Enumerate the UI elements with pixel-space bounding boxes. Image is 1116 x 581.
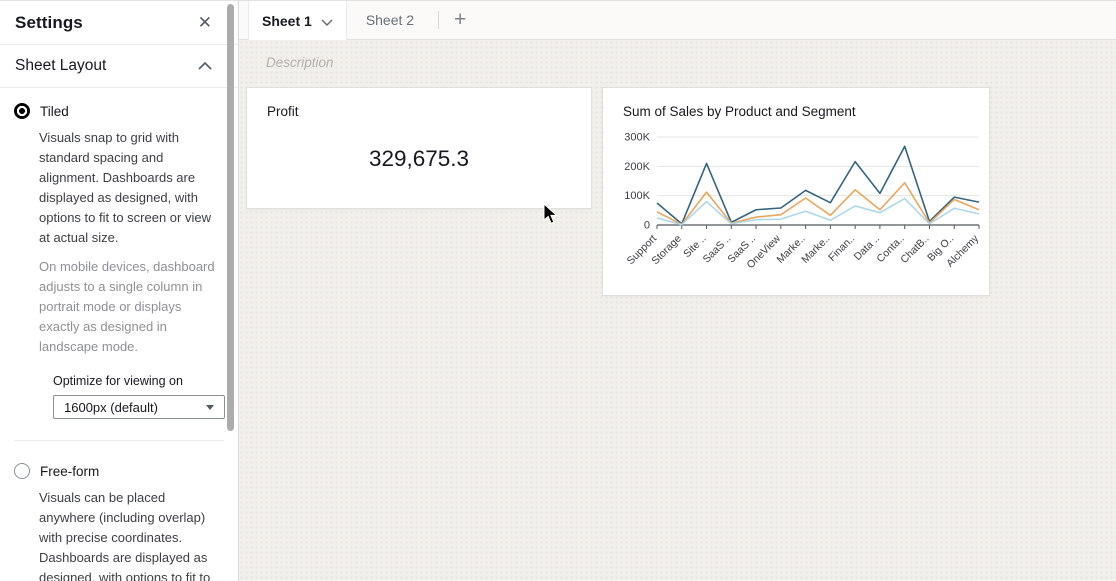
sheet-layout-section-header[interactable]: Sheet Layout (0, 45, 238, 88)
tab-sheet-1[interactable]: Sheet 1 (248, 1, 347, 40)
freeform-option: Free-form Visuals can be placed anywhere… (0, 441, 238, 581)
close-icon[interactable]: ✕ (198, 14, 212, 31)
tab-separator (438, 11, 439, 29)
main-area: Sheet 1 Sheet 2 + Description Profit 329… (239, 1, 1116, 581)
optimize-label: Optimize for viewing on (53, 374, 238, 388)
tab-sheet-1-label: Sheet 1 (262, 13, 312, 29)
freeform-radio-row[interactable]: Free-form (14, 463, 238, 479)
svg-text:100K: 100K (624, 190, 650, 202)
svg-text:200K: 200K (624, 161, 650, 173)
line-chart-visual[interactable]: Sum of Sales by Product and Segment 0 100… (602, 87, 990, 296)
settings-title: Settings (15, 13, 83, 33)
settings-header: Settings ✕ (0, 1, 238, 45)
sheet-tab-bar: Sheet 1 Sheet 2 + (239, 1, 1116, 40)
add-sheet-button[interactable]: + (444, 1, 476, 39)
tab-sheet-2[interactable]: Sheet 2 (347, 1, 433, 39)
chart-title: Sum of Sales by Product and Segment (603, 88, 989, 119)
svg-text:0: 0 (644, 220, 650, 232)
tab-sheet-2-label: Sheet 2 (366, 12, 414, 28)
caret-down-icon (206, 405, 214, 410)
tiled-radio-row[interactable]: Tiled (14, 103, 238, 119)
tiled-radio-selected[interactable] (14, 103, 30, 119)
settings-panel: Settings ✕ Sheet Layout Tiled Visuals sn… (0, 1, 239, 581)
sheet-layout-title: Sheet Layout (15, 57, 106, 75)
kpi-value: 329,675.3 (247, 146, 591, 172)
kpi-visual-profit[interactable]: Profit 329,675.3 (246, 87, 592, 209)
tiled-mobile-description: On mobile devices, dashboard adjusts to … (39, 257, 217, 357)
freeform-radio-label: Free-form (40, 464, 99, 479)
optimize-dropdown-value: 1600px (default) (64, 400, 158, 415)
svg-text:Finan..: Finan.. (826, 233, 857, 264)
dashboard-canvas[interactable]: Description Profit 329,675.3 Sum of Sale… (239, 40, 1116, 581)
optimize-block: Optimize for viewing on 1600px (default) (53, 374, 238, 419)
svg-text:300K: 300K (624, 132, 650, 144)
app-window: Settings ✕ Sheet Layout Tiled Visuals sn… (0, 0, 1116, 581)
optimize-dropdown[interactable]: 1600px (default) (53, 395, 225, 419)
freeform-description: Visuals can be placed anywhere (includin… (39, 488, 217, 581)
kpi-title: Profit (247, 88, 591, 119)
sales-line-chart-svg: 0100K200K300KSupportStorageSite ..SaaS .… (607, 123, 987, 281)
chevron-down-icon[interactable] (321, 13, 333, 29)
tiled-description: Visuals snap to grid with standard spaci… (39, 128, 217, 248)
tiled-option: Tiled Visuals snap to grid with standard… (0, 88, 238, 419)
chevron-up-icon[interactable] (198, 57, 212, 75)
description-input[interactable]: Description (266, 55, 334, 70)
tiled-radio-label: Tiled (40, 104, 69, 119)
freeform-radio-unselected[interactable] (14, 463, 30, 479)
chart-area: 0100K200K300KSupportStorageSite ..SaaS .… (607, 123, 989, 286)
sidebar-scrollbar[interactable] (227, 4, 234, 431)
